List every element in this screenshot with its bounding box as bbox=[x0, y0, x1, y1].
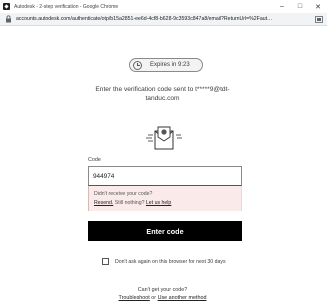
envelope-icon bbox=[146, 126, 182, 150]
minimize-button[interactable]: – bbox=[273, 0, 291, 13]
resend-link[interactable]: Resend. bbox=[94, 200, 113, 206]
url-text[interactable]: accounts.autodesk.com/authenticate/otp/b… bbox=[16, 16, 309, 22]
still-nothing-text: Still nothing? bbox=[113, 200, 146, 206]
window-title: Autodesk - 2-step verification - Google … bbox=[14, 3, 119, 10]
other-method-link[interactable]: Use another method bbox=[158, 295, 207, 301]
close-button[interactable]: ✕ bbox=[309, 0, 327, 13]
lock-icon[interactable] bbox=[4, 15, 12, 23]
code-label: Code bbox=[88, 157, 101, 163]
title-bar: Autodesk - 2-step verification - Google … bbox=[0, 0, 327, 13]
troubleshoot-link[interactable]: Troubleshoot bbox=[119, 295, 150, 301]
maximize-button[interactable]: □ bbox=[291, 0, 309, 13]
instruction-text-line-1: Enter the verification code sent to t***… bbox=[95, 86, 230, 93]
remember-checkbox[interactable] bbox=[102, 258, 109, 265]
window-controls: – □ ✕ bbox=[273, 0, 327, 13]
remember-label: Don't ask again on this browser for next… bbox=[115, 258, 226, 265]
remember-browser-option[interactable]: Don't ask again on this browser for next… bbox=[102, 258, 226, 265]
alert-actions: Resend. Still nothing? Let us help bbox=[94, 200, 171, 206]
code-input[interactable] bbox=[88, 166, 242, 186]
or-text: or bbox=[149, 295, 158, 301]
resend-alert: Didn't receive your code? Resend. Still … bbox=[88, 186, 242, 211]
cant-get-code-text: Can't get your code? bbox=[137, 287, 188, 293]
autodesk-logo-icon bbox=[3, 3, 10, 10]
instruction-text-line-2: tanduc.com bbox=[145, 95, 180, 102]
alert-text: Didn't receive your code? bbox=[94, 191, 153, 197]
expiry-timer: Expires in 9:23 bbox=[129, 58, 203, 72]
help-link[interactable]: Let us help bbox=[146, 200, 171, 206]
address-bar[interactable]: accounts.autodesk.com/authenticate/otp/b… bbox=[0, 13, 327, 26]
alternative-options: Troubleshoot or Use another method bbox=[60, 295, 265, 301]
extension-icon[interactable] bbox=[315, 16, 323, 23]
clock-icon bbox=[133, 60, 142, 70]
enter-code-button[interactable]: Enter code bbox=[88, 221, 242, 241]
expiry-text: Expires in 9:23 bbox=[150, 62, 190, 68]
